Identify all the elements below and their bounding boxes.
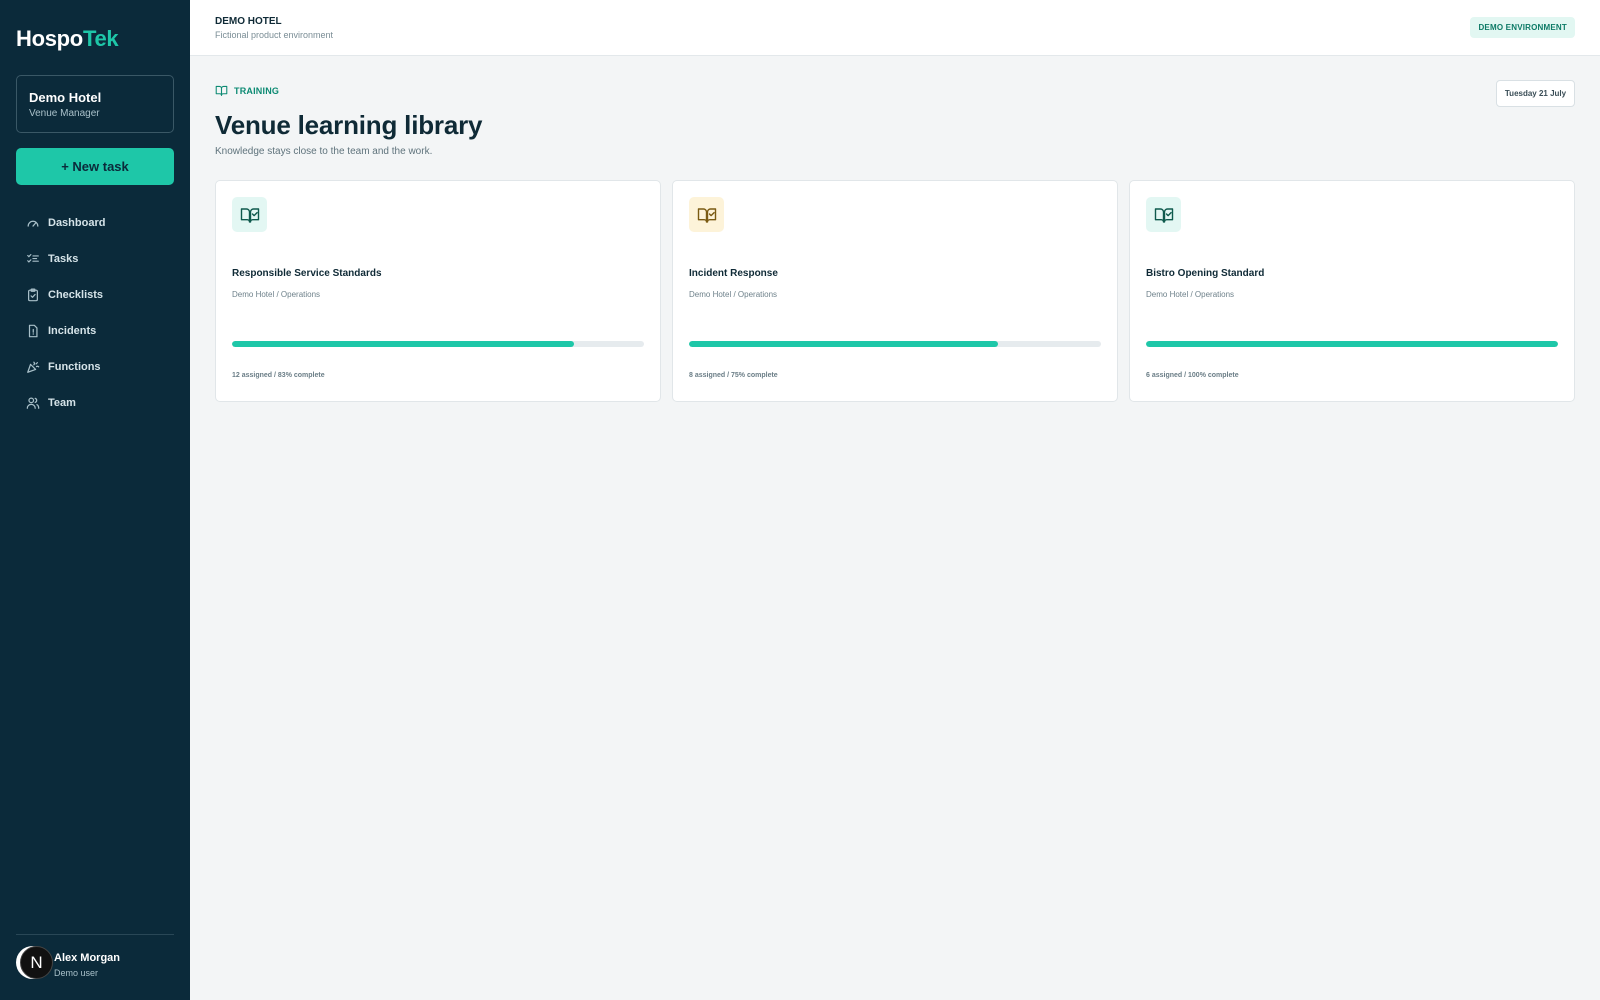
sidebar-item-dashboard[interactable]: Dashboard: [16, 205, 174, 241]
card-meta: Demo Hotel / Operations: [689, 290, 778, 299]
sidebar-item-tasks[interactable]: Tasks: [16, 241, 174, 277]
card-stats: 12 assigned / 83% complete: [232, 372, 325, 379]
sidebar-divider: [16, 934, 174, 935]
brand-logo-part2: Tek: [82, 26, 119, 51]
avatar[interactable]: N: [20, 946, 53, 979]
card-meta: Demo Hotel / Operations: [1146, 290, 1235, 299]
card-stats: 6 assigned / 100% complete: [1146, 372, 1239, 379]
venue-switcher[interactable]: Demo Hotel Venue Manager: [16, 75, 174, 133]
book-check-icon: [1146, 197, 1181, 232]
training-card[interactable]: Responsible Service Standards Demo Hotel…: [215, 180, 661, 402]
card-title: Responsible Service Standards: [232, 268, 382, 279]
sidebar-item-label: Incidents: [48, 325, 97, 337]
environment-badge: DEMO ENVIRONMENT: [1470, 17, 1575, 38]
section-eyebrow-label: TRAINING: [234, 85, 280, 96]
progress-fill: [1146, 341, 1558, 347]
user-profile[interactable]: N Alex Morgan Demo user: [16, 946, 174, 982]
venue-name: Demo Hotel: [29, 90, 102, 105]
book-check-icon: [215, 85, 228, 96]
sidebar-item-checklists[interactable]: Checklists: [16, 277, 174, 313]
training-cards: Responsible Service Standards Demo Hotel…: [215, 180, 1575, 402]
file-alert-icon: [26, 324, 40, 338]
progress-bar: [689, 341, 1101, 347]
progress-fill: [689, 341, 998, 347]
book-check-icon: [232, 197, 267, 232]
sidebar-item-label: Team: [48, 397, 76, 409]
sidebar-item-label: Dashboard: [48, 217, 106, 229]
user-subtitle: Demo user: [54, 968, 99, 978]
card-stats: 8 assigned / 75% complete: [689, 372, 778, 379]
training-card[interactable]: Bistro Opening Standard Demo Hotel / Ope…: [1129, 180, 1575, 402]
venue-role: Venue Manager: [29, 108, 100, 119]
gauge-icon: [26, 216, 40, 230]
topbar: DEMO HOTEL Fictional product environment…: [190, 0, 1600, 56]
card-title: Incident Response: [689, 268, 778, 279]
sidebar-item-functions[interactable]: Functions: [16, 349, 174, 385]
topbar-subtitle: Fictional product environment: [215, 30, 334, 40]
section-eyebrow: TRAINING: [215, 84, 279, 97]
progress-bar: [1146, 341, 1558, 347]
sidebar: HospoTek Demo Hotel Venue Manager + New …: [0, 0, 190, 1000]
date-chip[interactable]: Tuesday 21 July: [1496, 80, 1575, 107]
book-check-icon: [689, 197, 724, 232]
sidebar-nav: Dashboard Tasks Checklists Incidents Fun…: [16, 205, 174, 421]
sidebar-item-label: Checklists: [48, 289, 104, 301]
training-card[interactable]: Incident Response Demo Hotel / Operation…: [672, 180, 1118, 402]
topbar-title: DEMO HOTEL: [215, 16, 282, 27]
card-title: Bistro Opening Standard: [1146, 268, 1265, 279]
brand-logo[interactable]: HospoTek: [16, 26, 119, 52]
users-icon: [26, 396, 40, 410]
progress-bar: [232, 341, 644, 347]
list-check-icon: [26, 252, 40, 266]
page-subtitle: Knowledge stays close to the team and th…: [215, 146, 433, 157]
sidebar-item-label: Functions: [48, 361, 101, 373]
sidebar-item-incidents[interactable]: Incidents: [16, 313, 174, 349]
party-popper-icon: [26, 360, 40, 374]
new-task-button[interactable]: + New task: [16, 148, 174, 185]
sidebar-item-team[interactable]: Team: [16, 385, 174, 421]
user-name: Alex Morgan: [54, 952, 121, 964]
page-title: Venue learning library: [215, 110, 483, 140]
clipboard-check-icon: [26, 288, 40, 302]
brand-logo-part1: Hospo: [16, 26, 83, 51]
card-meta: Demo Hotel / Operations: [232, 290, 321, 299]
progress-fill: [232, 341, 574, 347]
sidebar-item-label: Tasks: [48, 253, 79, 265]
